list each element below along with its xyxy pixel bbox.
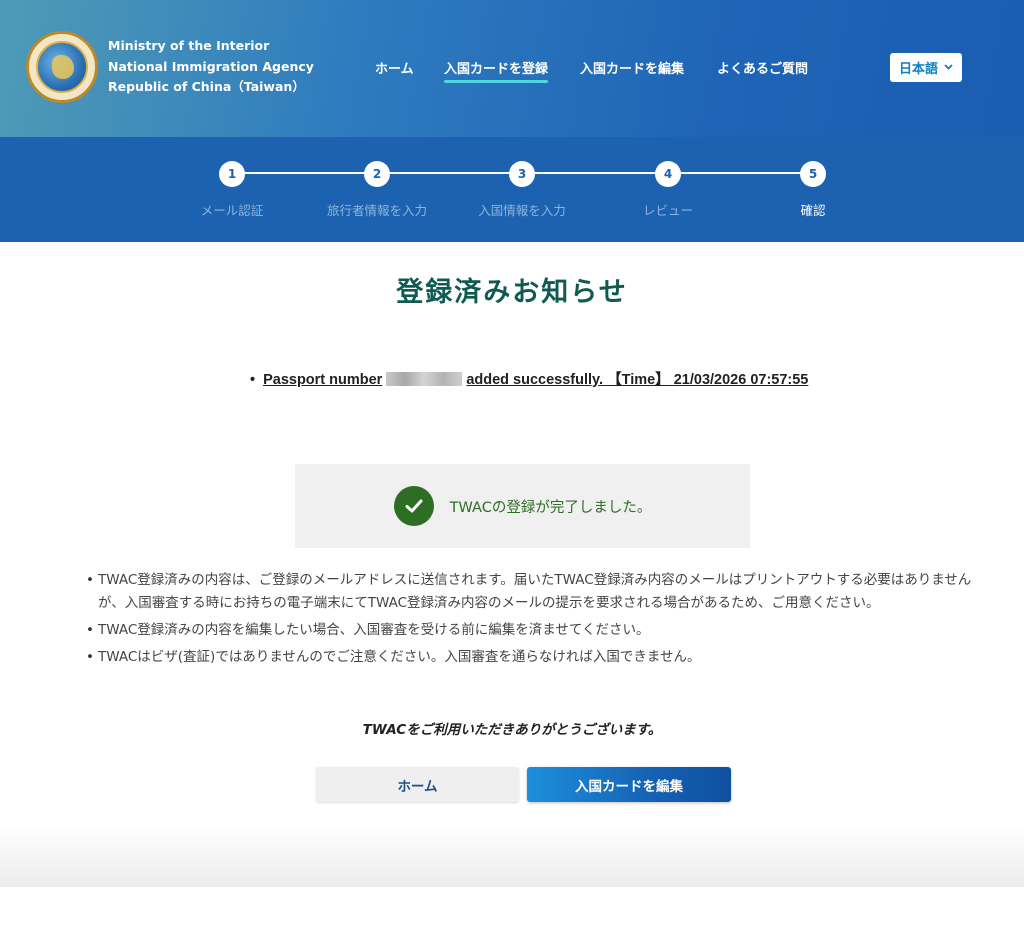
success-suffix: added successfully. — [466, 372, 604, 388]
time-value: 21/03/2026 07:57:55 — [673, 372, 809, 388]
agency-line-3: Republic of China（Taiwan） — [108, 79, 305, 94]
home-button[interactable]: ホーム — [316, 767, 519, 802]
nav-home[interactable]: ホーム — [375, 58, 414, 77]
step-4-circle: 4 — [655, 161, 681, 187]
step-5-circle: 5 — [800, 161, 826, 187]
agency-line-1: Ministry of the Interior — [108, 38, 270, 53]
note-item: TWAC登録済みの内容は、ご登録のメールアドレスに送信されます。届いたTWAC登… — [86, 569, 976, 615]
language-select[interactable]: 日本語 — [890, 53, 962, 82]
step-3-label: 入国情報を入力 — [478, 203, 566, 218]
step-4-label: レビュー — [642, 203, 694, 218]
step-5-label: 確認 — [800, 203, 826, 218]
progress-stepper: 1 2 3 4 5 メール認証 旅行者情報を入力 入国情報を入力 レビュー 確認 — [0, 137, 1024, 242]
nav-faq[interactable]: よくあるご質問 — [717, 58, 808, 77]
bullet: • — [250, 372, 256, 388]
thank-you-message: TWACをご利用いただきありがとうございます。 — [362, 722, 662, 738]
nav-edit-card[interactable]: 入国カードを編集 — [580, 58, 684, 77]
time-label: 【Time】 — [607, 372, 670, 388]
site-header: Ministry of the Interior National Immigr… — [0, 0, 1024, 137]
notes-list: TWAC登録済みの内容は、ご登録のメールアドレスに送信されます。届いたTWAC登… — [86, 569, 976, 673]
step-1-label: メール認証 — [200, 203, 264, 218]
registration-complete-box: TWACの登録が完了しました。 — [295, 464, 750, 548]
agency-name[interactable]: Ministry of the Interior National Immigr… — [108, 36, 314, 98]
step-1-circle: 1 — [219, 161, 245, 187]
agency-line-2: National Immigration Agency — [108, 58, 314, 74]
masked-passport-number — [386, 372, 463, 386]
note-item: TWACはビザ(査証)ではありませんのでご注意ください。入国審査を通らなければ入… — [86, 646, 976, 669]
check-circle-icon — [393, 486, 434, 526]
seal-globe-icon — [36, 41, 88, 93]
success-prefix: Passport number — [263, 372, 383, 388]
step-3-circle: 3 — [509, 161, 535, 187]
nav-register-card[interactable]: 入国カードを登録 — [444, 58, 549, 83]
step-2-label: 旅行者情報を入力 — [326, 203, 428, 218]
page-title: 登録済みお知らせ — [396, 277, 628, 308]
note-item: TWAC登録済みの内容を編集したい場合、入国審査を受ける前に編集を済ませてくださ… — [86, 619, 976, 642]
agency-logo-icon[interactable] — [26, 31, 98, 103]
language-label: 日本語 — [898, 62, 938, 77]
footer-divider — [0, 825, 1024, 887]
chevron-down-icon — [944, 63, 953, 73]
passport-success-message: • Passport number added successfully. 【Tim… — [250, 368, 808, 389]
edit-card-button[interactable]: 入国カードを編集 — [527, 767, 731, 802]
registration-complete-text: TWACの登録が完了しました。 — [449, 499, 652, 516]
step-2-circle: 2 — [364, 161, 390, 187]
